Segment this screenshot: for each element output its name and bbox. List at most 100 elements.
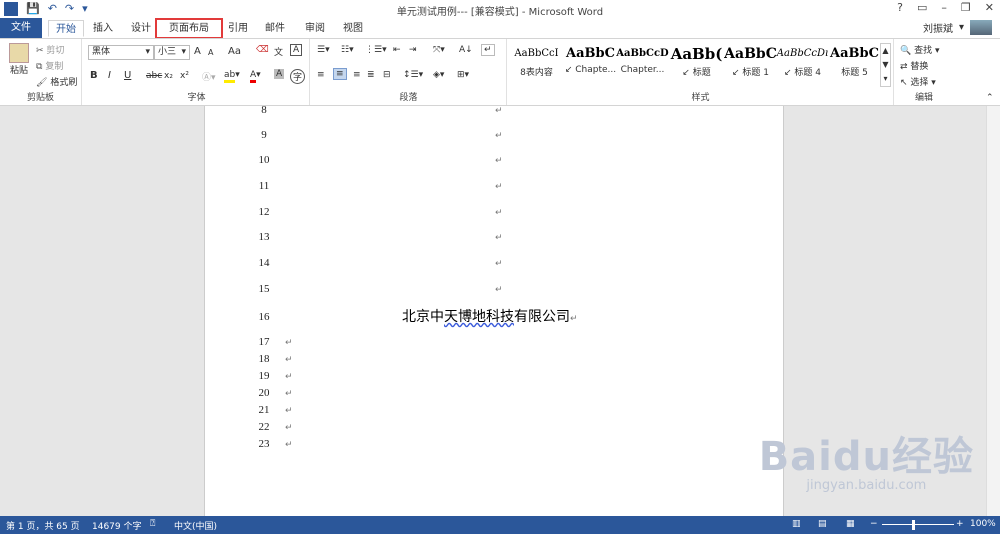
tab-home[interactable]: 开始 — [48, 20, 84, 37]
paragraph-mark: ↵ — [285, 406, 293, 416]
show-marks-icon[interactable]: ↵ — [481, 44, 495, 56]
close-icon[interactable]: ✕ — [985, 1, 994, 14]
paragraph-mark: ↵ — [495, 285, 503, 295]
style-name: ↙ 标题 4 — [784, 68, 821, 78]
zoom-out-icon[interactable]: − — [870, 519, 878, 529]
cursor-icon: ↖ — [900, 78, 908, 88]
subscript-button[interactable]: x₂ — [164, 71, 173, 81]
print-layout-icon[interactable]: ▤ — [818, 519, 827, 529]
tab-design[interactable]: 设计 — [126, 20, 156, 37]
select-button[interactable]: ↖ 选择 ▾ — [900, 75, 936, 88]
tab-mailings[interactable]: 邮件 — [262, 20, 288, 37]
paste-button[interactable]: 粘贴 — [6, 43, 32, 76]
read-mode-icon[interactable]: ▥ — [792, 519, 801, 529]
zoom-in-icon[interactable]: + — [956, 519, 964, 529]
style-preview: AaBbCcI — [514, 48, 559, 59]
company-name-text[interactable]: 北京中天博地科技有限公司↵ — [402, 306, 578, 326]
multilevel-list-icon[interactable]: ⋮☰▾ — [365, 45, 387, 55]
style-item[interactable]: AaBbC ↙ 标题 1 — [724, 43, 777, 85]
bullets-icon[interactable]: ☰▾ — [317, 45, 330, 55]
char-border-icon[interactable]: A — [290, 44, 303, 56]
change-case-button[interactable]: Aa — [228, 46, 241, 57]
editing-group-label: 编辑 — [914, 93, 933, 103]
tab-file[interactable]: 文件 — [0, 18, 42, 38]
web-layout-icon[interactable]: ▦ — [846, 519, 855, 529]
tab-insert[interactable]: 插入 — [88, 20, 118, 37]
help-icon[interactable]: ? — [897, 1, 903, 14]
distributed-icon[interactable]: ⊟ — [383, 70, 391, 80]
borders-icon[interactable]: ⊞▾ — [457, 70, 469, 80]
avatar — [970, 20, 992, 35]
zoom-slider[interactable] — [882, 524, 954, 525]
tab-page-layout[interactable]: 页面布局 — [155, 18, 223, 39]
grow-font-button[interactable]: A — [194, 46, 201, 57]
decrease-indent-icon[interactable]: ⇤ — [393, 45, 401, 55]
group-font: 黑体 ▾ 小三 ▾ A A Aa ⌫ 文 A B I U abc x₂ x² Ⓐ▾ … — [84, 39, 310, 105]
shading-icon[interactable]: ◈▾ — [433, 70, 444, 80]
vertical-scrollbar[interactable] — [986, 106, 1000, 516]
asian-layout-icon[interactable]: ⤧▾ — [433, 45, 445, 55]
align-left-icon[interactable]: ≡ — [317, 70, 325, 80]
clear-format-icon[interactable]: ⌫ — [256, 45, 269, 55]
align-right-icon[interactable]: ≡ — [353, 70, 361, 80]
group-clipboard: 粘贴 ✂ 剪切 ⧉ 复制 🖌 格式刷 剪贴板 — [0, 39, 82, 105]
paragraph-mark: ↵ — [285, 440, 293, 450]
style-item[interactable]: AaBbCcI 8表内容 — [510, 43, 563, 85]
enclose-char-icon[interactable]: 字 — [290, 69, 306, 84]
copy-button[interactable]: ⧉ 复制 — [36, 59, 63, 72]
document-title: 单元测试用例--- [兼容模式] - Microsoft Word — [396, 7, 604, 18]
style-item[interactable]: AaBbC 标题 5 — [828, 43, 881, 85]
sort-icon[interactable]: A↓ — [459, 45, 473, 55]
tab-references[interactable]: 引用 — [225, 20, 251, 37]
font-size-select[interactable]: 小三 ▾ — [154, 45, 190, 60]
highlight-icon[interactable]: ab▾ — [224, 70, 240, 83]
tab-view[interactable]: 视图 — [340, 20, 366, 37]
italic-button[interactable]: I — [108, 70, 111, 81]
font-name-value: 黑体 — [92, 47, 111, 57]
style-preview: AaBbCcD — [616, 48, 669, 59]
language[interactable]: 中文(中国) — [174, 519, 217, 532]
font-name-select[interactable]: 黑体 ▾ — [88, 45, 154, 60]
shrink-font-button[interactable]: A — [208, 48, 213, 57]
char-shading-icon[interactable]: A — [274, 69, 285, 79]
paragraph-mark: ↵ — [285, 372, 293, 382]
bold-button[interactable]: B — [90, 70, 98, 81]
company-name-part: 北京中 — [402, 309, 444, 325]
find-button[interactable]: 🔍 查找 ▾ — [900, 43, 940, 56]
minimize-icon[interactable]: – — [941, 1, 947, 14]
numbering-icon[interactable]: ☷▾ — [341, 45, 354, 55]
style-item[interactable]: AaBbCcDı ↙ 标题 4 — [776, 43, 829, 85]
style-item[interactable]: AaBbC ↙ Chapte... — [564, 43, 617, 85]
zoom-slider-thumb[interactable] — [912, 520, 915, 530]
group-styles: AaBbCcI 8表内容 AaBbC ↙ Chapte... AaBbCcD C… — [508, 39, 894, 105]
collapse-ribbon-icon[interactable]: ⌃ — [986, 93, 994, 103]
replace-button[interactable]: ⇄ 替换 — [900, 59, 928, 72]
zoom-level[interactable]: 100% — [970, 519, 996, 529]
align-center-icon[interactable]: ≡ — [333, 68, 347, 80]
phonetic-guide-icon[interactable]: 文 — [274, 45, 283, 58]
proofing-icon[interactable]: ⍰ — [150, 519, 155, 529]
restore-icon[interactable]: ❐ — [961, 1, 971, 14]
style-item[interactable]: AaBbCcD Chapter... — [616, 43, 669, 85]
font-size-value: 小三 — [158, 47, 177, 57]
text-effects-icon[interactable]: Ⓐ▾ — [202, 70, 216, 83]
format-painter-button[interactable]: 🖌 格式刷 — [36, 75, 77, 88]
font-color-icon[interactable]: A▾ — [250, 70, 261, 83]
page-count[interactable]: 第 1 页，共 65 页 — [6, 519, 80, 532]
increase-indent-icon[interactable]: ⇥ — [409, 45, 417, 55]
user-account[interactable]: 刘振斌 ▾ — [923, 20, 992, 35]
strikethrough-button[interactable]: abc — [146, 71, 162, 81]
justify-icon[interactable]: ≣ — [367, 70, 375, 80]
tab-review[interactable]: 审阅 — [302, 20, 328, 37]
watermark-logo-text: Baidu经验 — [758, 434, 974, 480]
word-count[interactable]: 14679 个字 — [92, 519, 142, 532]
paragraph-mark: ↵ — [495, 233, 503, 243]
superscript-button[interactable]: x² — [180, 71, 189, 81]
ribbon-display-icon[interactable]: ▭ — [917, 1, 927, 14]
line-spacing-icon[interactable]: ↕☰▾ — [403, 70, 423, 80]
style-item[interactable]: AaBb( ↙ 标题 — [670, 43, 723, 85]
company-name-part: 有限公司 — [514, 309, 570, 325]
cut-button[interactable]: ✂ 剪切 — [36, 43, 64, 56]
styles-scroll[interactable]: ▲ ▼ ▾ — [880, 43, 891, 87]
underline-button[interactable]: U — [124, 70, 131, 81]
